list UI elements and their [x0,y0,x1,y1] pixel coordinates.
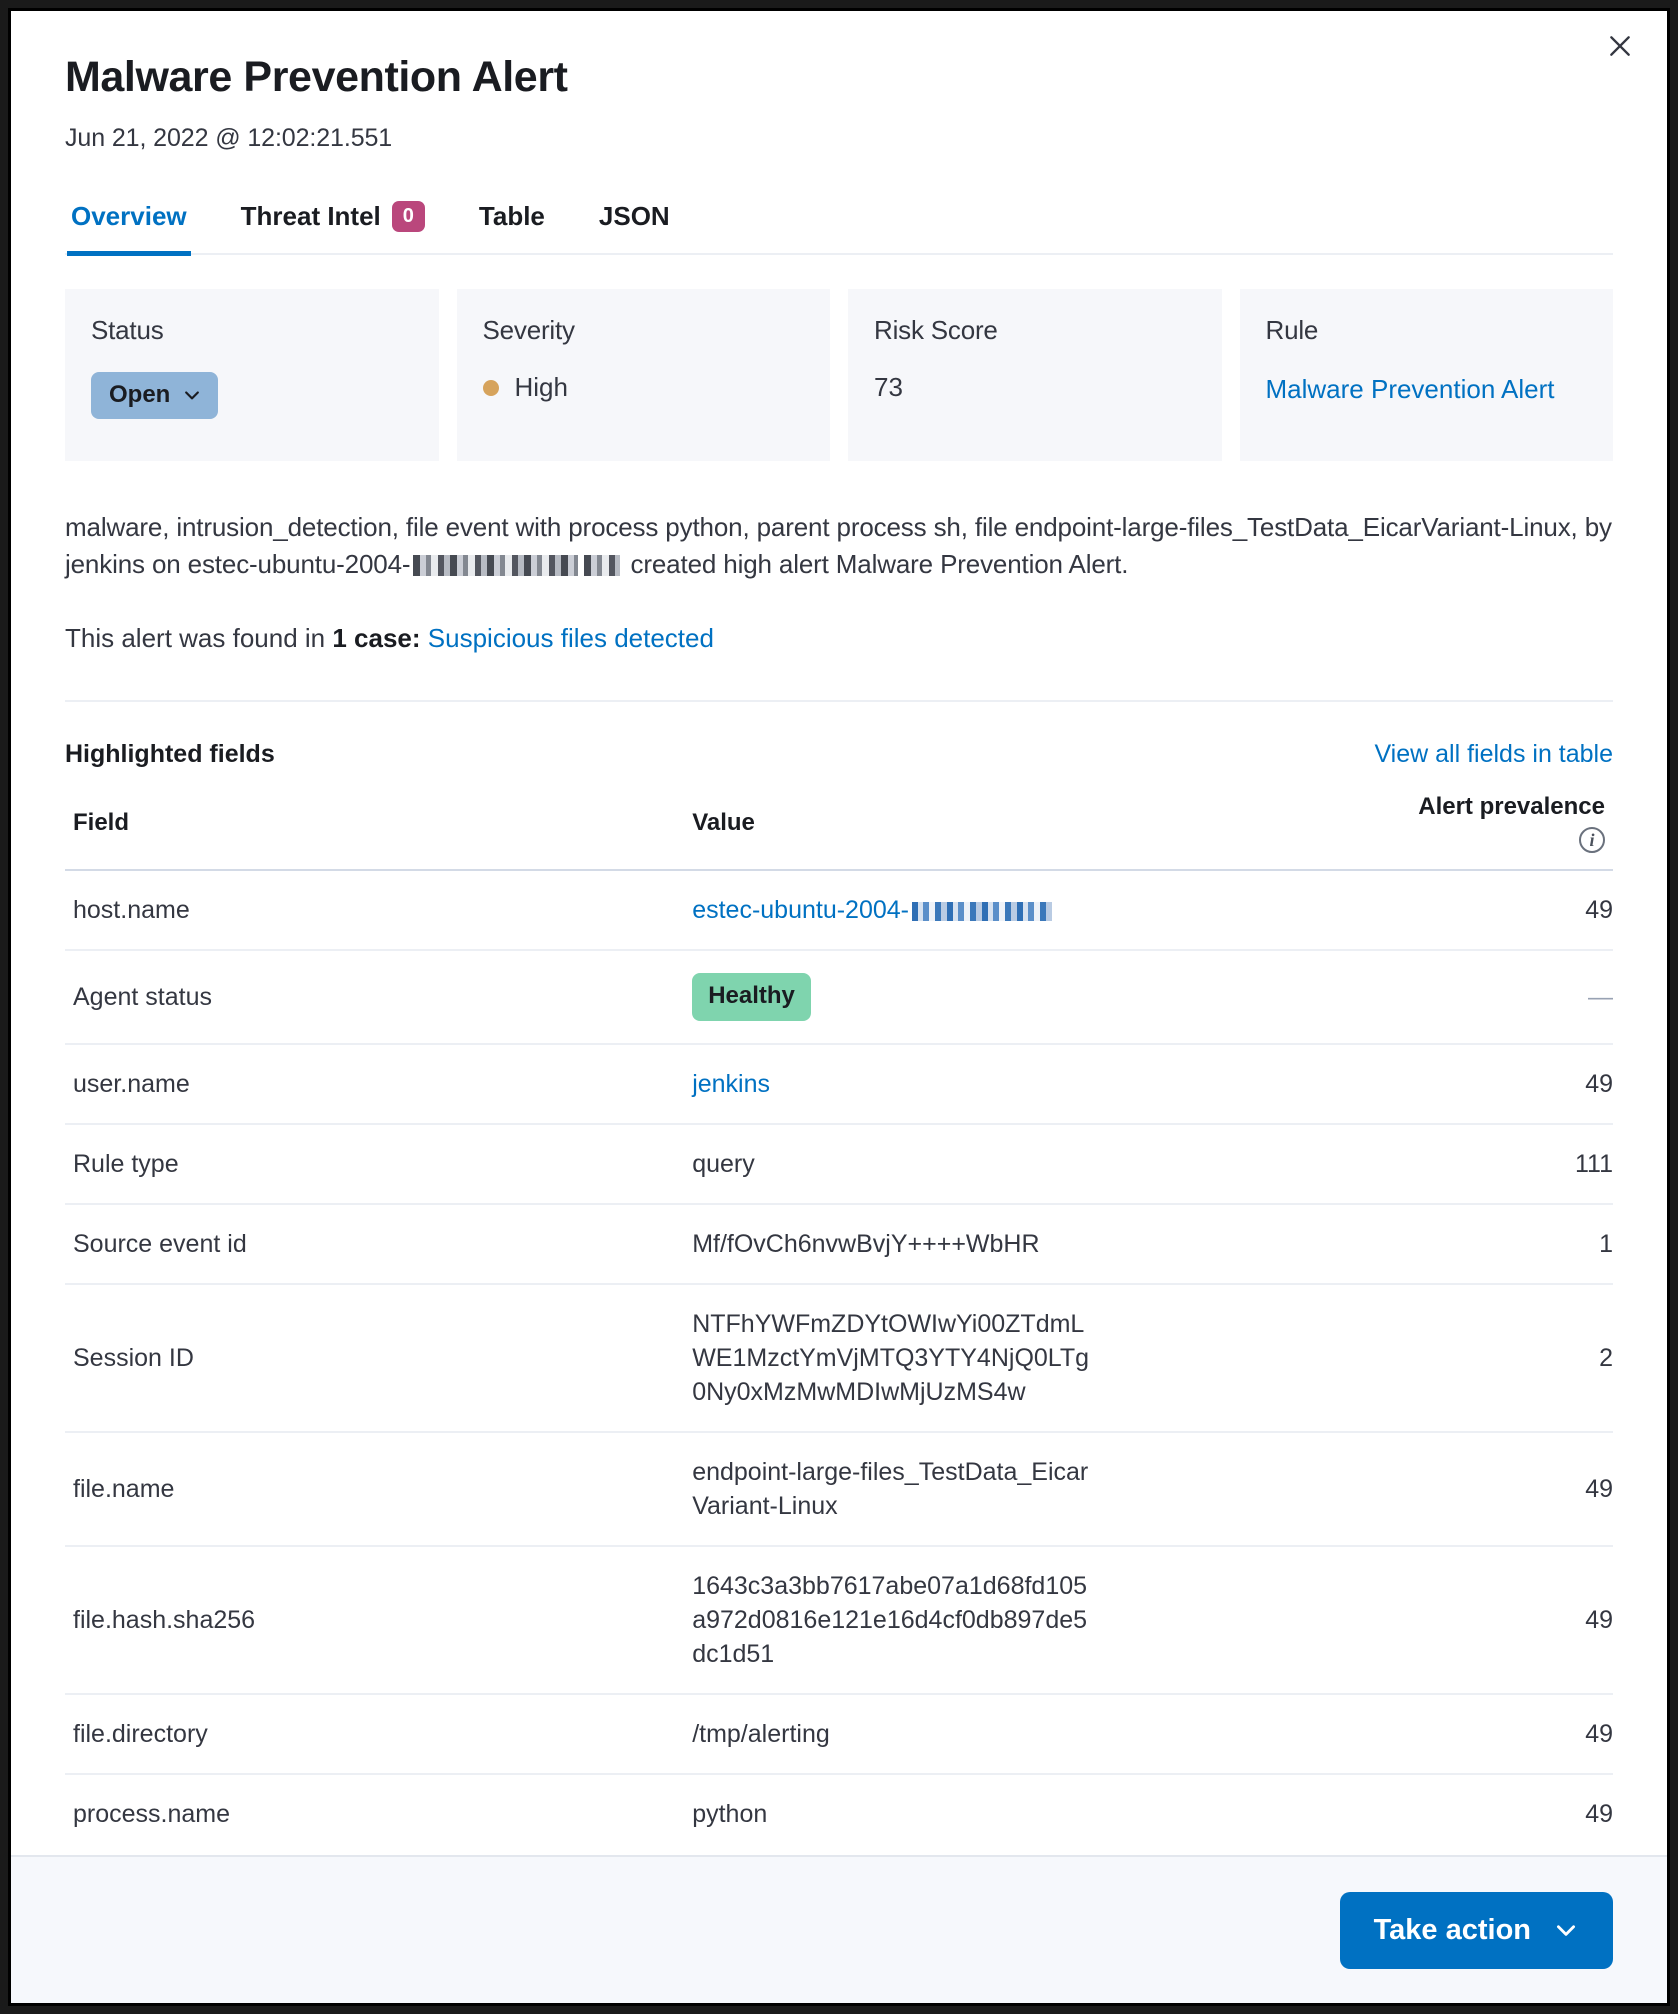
rule-name-link[interactable]: Malware Prevention Alert [1266,372,1588,407]
summary-cards: Status Open Severity High [65,289,1613,461]
field-name: Source event id [65,1204,684,1284]
field-value: /tmp/alerting [684,1694,1396,1774]
alert-details-flyout: Malware Prevention Alert Jun 21, 2022 @ … [8,8,1670,2006]
tab-table-label: Table [479,201,545,232]
field-value: NTFhYWFmZDYtOWIwYi00ZTdmLWE1MzctYmVjMTQ3… [684,1284,1396,1432]
status-value: Open [109,381,170,409]
risk-score-card: Risk Score 73 [848,289,1222,461]
field-prevalence[interactable]: 49 [1396,1546,1613,1694]
view-all-fields-link[interactable]: View all fields in table [1374,740,1613,769]
status-card-label: Status [91,315,413,346]
field-prevalence[interactable]: 49 [1396,1694,1613,1774]
field-value: estec-ubuntu-2004- [684,870,1396,950]
field-value: 1643c3a3bb7617abe07a1d68fd105a972d0816e1… [684,1546,1396,1694]
field-value: Healthy [684,950,1396,1044]
field-prevalence[interactable]: 2 [1396,1284,1613,1432]
table-row: process.name python 49 [65,1774,1613,1853]
flyout-header: Malware Prevention Alert Jun 21, 2022 @ … [11,11,1667,255]
table-row: Rule type query 111 [65,1124,1613,1204]
case-association-line: This alert was found in 1 case: Suspicio… [65,623,1613,654]
flyout-footer: Take action [11,1855,1667,2003]
highlighted-fields-header: Highlighted fields View all fields in ta… [65,740,1613,769]
column-header-alert-prevalence: Alert prevalencei [1396,793,1613,870]
alert-timestamp: Jun 21, 2022 @ 12:02:21.551 [65,124,1613,153]
field-value: endpoint-large-files_TestData_EicarVaria… [684,1432,1396,1546]
table-row: host.name estec-ubuntu-2004- 49 [65,870,1613,950]
status-dropdown-button[interactable]: Open [91,372,218,419]
highlighted-fields-title: Highlighted fields [65,740,275,769]
redacted-host-suffix [912,902,1052,921]
close-icon[interactable] [1597,23,1643,69]
field-prevalence: — [1396,950,1613,1044]
page-title: Malware Prevention Alert [65,53,1613,102]
field-name: Agent status [65,950,684,1044]
severity-value: High [515,372,568,403]
field-prevalence[interactable]: 49 [1396,1432,1613,1546]
tab-table[interactable]: Table [475,201,549,256]
field-value: Mf/fOvCh6nvwBvjY++++WbHR [684,1204,1396,1284]
host-name-link[interactable]: estec-ubuntu-2004- [692,896,909,924]
field-name: Session ID [65,1284,684,1432]
field-prevalence[interactable]: 49 [1396,870,1613,950]
divider [65,700,1613,702]
case-line-prefix: This alert was found in [65,623,332,653]
field-prevalence[interactable]: 49 [1396,1774,1613,1853]
table-row: Session ID NTFhYWFmZDYtOWIwYi00ZTdmLWE1M… [65,1284,1613,1432]
field-name: host.name [65,870,684,950]
field-name: file.directory [65,1694,684,1774]
alert-reason-text-2: created high alert Malware Prevention Al… [631,549,1129,579]
table-header-row: Field Value Alert prevalencei [65,793,1613,870]
chevron-down-icon [1553,1917,1579,1943]
risk-score-card-label: Risk Score [874,315,1196,346]
table-row: file.directory /tmp/alerting 49 [65,1694,1613,1774]
column-header-field: Field [65,793,684,870]
field-name: file.hash.sha256 [65,1546,684,1694]
field-prevalence[interactable]: 49 [1396,1044,1613,1124]
info-icon[interactable]: i [1579,827,1605,853]
table-row: Agent status Healthy — [65,950,1613,1044]
field-value: query [684,1124,1396,1204]
status-card: Status Open [65,289,439,461]
table-row: file.hash.sha256 1643c3a3bb7617abe07a1d6… [65,1546,1613,1694]
tab-threat-intel[interactable]: Threat Intel 0 [237,201,429,256]
field-name: file.name [65,1432,684,1546]
table-row: user.name jenkins 49 [65,1044,1613,1124]
field-prevalence[interactable]: 1 [1396,1204,1613,1284]
field-value: python [684,1774,1396,1853]
agent-status-badge: Healthy [692,973,811,1021]
field-value: jenkins [684,1044,1396,1124]
highlighted-fields-table: Field Value Alert prevalencei host.name … [65,793,1613,1853]
rule-card: Rule Malware Prevention Alert [1240,289,1614,461]
redacted-hostname-block [413,555,578,576]
flyout-body: Status Open Severity High [11,255,1667,1855]
case-count: 1 case: [332,623,420,653]
tab-overview-label: Overview [71,201,187,232]
field-name: process.name [65,1774,684,1853]
alert-reason: malware, intrusion_detection, file event… [65,509,1613,583]
field-name: user.name [65,1044,684,1124]
user-name-link[interactable]: jenkins [692,1070,770,1098]
case-link[interactable]: Suspicious files detected [428,623,714,653]
severity-dot-icon [483,380,499,396]
tab-overview[interactable]: Overview [67,201,191,256]
field-prevalence[interactable]: 111 [1396,1124,1613,1204]
flyout-tabs: Overview Threat Intel 0 Table JSON [65,201,1613,255]
column-header-value: Value [684,793,1396,870]
take-action-label: Take action [1374,1914,1531,1947]
tab-json-label: JSON [599,201,670,232]
take-action-button[interactable]: Take action [1340,1892,1613,1969]
risk-score-value: 73 [874,372,1196,403]
field-name: Rule type [65,1124,684,1204]
severity-card: Severity High [457,289,831,461]
table-row: file.name endpoint-large-files_TestData_… [65,1432,1613,1546]
severity-card-label: Severity [483,315,805,346]
chevron-down-icon [182,385,202,405]
tab-threat-intel-label: Threat Intel [241,201,381,232]
threat-intel-count-badge: 0 [392,201,425,232]
table-row: Source event id Mf/fOvCh6nvwBvjY++++WbHR… [65,1204,1613,1284]
rule-card-label: Rule [1266,315,1588,346]
redacted-hostname-block-2 [584,555,620,576]
tab-json[interactable]: JSON [595,201,674,256]
